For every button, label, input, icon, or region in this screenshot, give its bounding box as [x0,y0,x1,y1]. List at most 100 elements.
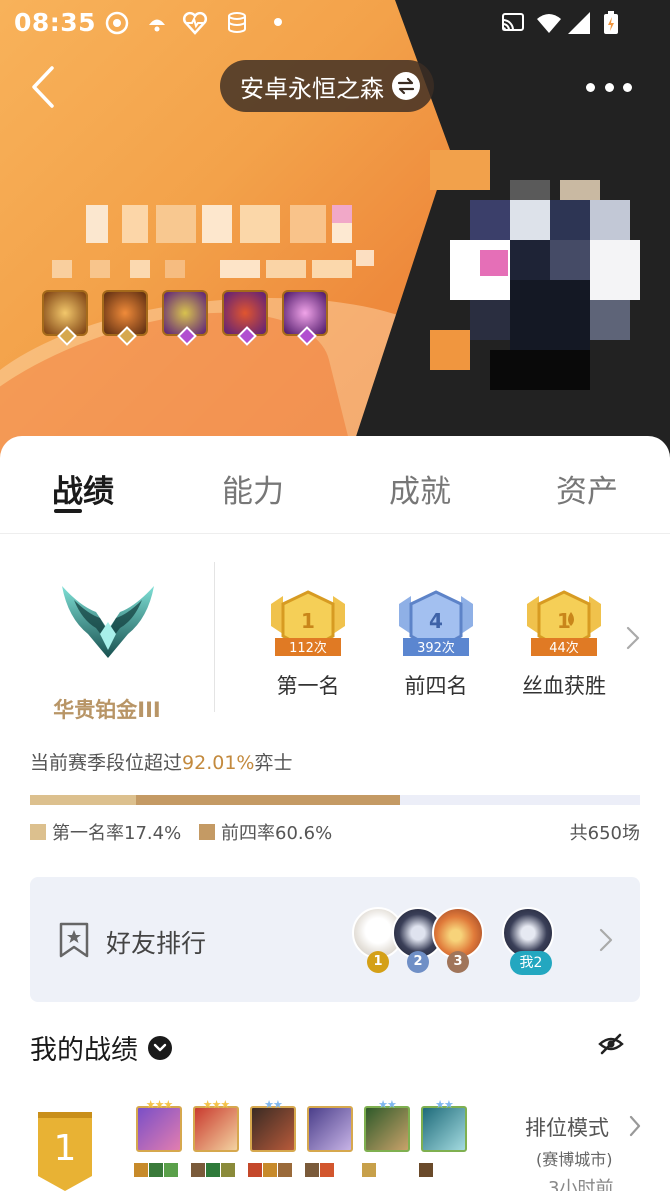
stat-top-four[interactable]: 4 392次 前四名 [366,590,506,700]
item-icon [248,1163,262,1177]
bookmark-star-icon [59,922,89,958]
weather-icon [149,19,165,32]
legend-top4: 前四率60.6% [199,819,332,845]
champion-portrait[interactable]: ★★ [421,1098,467,1152]
top-four-rate-fill [136,795,400,805]
chevron-down-icon [148,1035,172,1060]
match-time: 3小时前 [548,1178,614,1191]
player-avatar-pixelated [430,150,650,410]
game-mode-map: (赛博城市) [536,1150,613,1169]
status-bar: 08:35 [0,0,670,46]
profile-header: 08:35 安卓永恒之森 [0,0,670,470]
legend-swatch [30,824,46,840]
chevron-right-icon [599,928,613,952]
medal-digit: 4 [429,609,443,633]
tab-ability[interactable]: 能力 [222,466,284,511]
friend-ranking-card[interactable]: 好友排行 1 2 3 我2 [30,877,640,1002]
legend-top4-label: 前四率60.6% [221,823,333,844]
dot-icon [604,82,614,92]
stat-label: 第一名 [276,674,340,698]
my-record-label: 我的战绩 [30,1035,138,1066]
battery-icon [604,11,618,34]
eye-hidden-icon[interactable] [598,1032,624,1056]
item-icon [305,1163,319,1177]
star-icon: ★★ [378,1098,397,1111]
crown-badge-icon[interactable] [282,290,328,346]
stat-count: 112次 [289,640,327,656]
stat-count: 392次 [417,640,455,656]
badge-row [42,290,328,346]
scroll-badge-icon[interactable] [222,290,268,346]
friend-rank-badge: 3 [447,951,469,973]
item-icon [134,1163,148,1177]
item-icon [320,1163,334,1177]
status-time: 08:35 [14,8,97,37]
placement-rate-bar [30,795,640,805]
item-icon [419,1163,433,1177]
stat-first-place[interactable]: 1 112次 第一名 [238,590,378,700]
placement-number: 1 [54,1128,77,1169]
star-icon: ★★ [264,1098,283,1111]
wifi-icon [537,14,561,33]
clutch-medal-icon: 1 44次 [527,590,601,656]
dot-icon [586,82,595,92]
chevron-right-icon[interactable] [628,1114,642,1138]
champion-portrait[interactable]: ★★ [250,1098,296,1152]
star-icon: ★★★ [202,1098,231,1111]
item-icon [263,1163,277,1177]
page-title: 安卓永恒之森 [240,74,384,103]
stat-count: 44次 [549,640,579,656]
star-icon: ★★ [435,1098,454,1111]
champion-row: ★★★ ★★★ ★★ ★★ ★★ [136,1098,467,1152]
item-icon [221,1163,235,1177]
dot-icon [623,82,632,92]
item-row [134,1163,465,1177]
rank-divider [214,562,215,712]
stat-label: 丝血获胜 [522,674,606,698]
app-notification-icon [105,11,129,35]
blue-medal-icon: 4 392次 [399,590,473,656]
cast-icon [502,13,524,31]
platinum-rank-emblem-icon[interactable] [58,582,158,662]
stat-clutch-win[interactable]: 1 44次 丝血获胜 [494,590,634,700]
legend-first-label: 第一名率17.4% [52,823,182,844]
medal-digit: 1 [301,609,315,633]
health-icon [182,11,208,35]
my-rank-badge: 我2 [510,951,552,975]
placement-flag-icon: 1 [38,1112,92,1191]
item-icon [191,1163,205,1177]
legend-first: 第一名率17.4% [30,819,181,845]
legend-swatch [199,824,215,840]
percentile-suffix: 弈士 [254,752,293,774]
storage-icon [228,12,246,33]
total-games: 共650场 [569,823,640,844]
more-options-button[interactable] [586,72,632,102]
percentile-prefix: 当前赛季段位超过 [30,752,183,774]
back-button[interactable] [24,62,64,112]
card-badge-icon[interactable] [162,290,208,346]
star-icon: ★★★ [145,1098,174,1111]
tab-record[interactable]: 战绩 [52,466,114,511]
tab-assets[interactable]: 资产 [556,466,618,511]
my-record-title[interactable]: 我的战绩 [30,1028,172,1067]
friend-ranking-label: 好友排行 [106,929,207,958]
champion-portrait[interactable] [307,1106,353,1152]
profile-tabs: 战绩 能力 成就 资产 [0,436,670,534]
first-place-rate-fill [30,795,137,805]
percentile-value: 92.01% [182,752,255,774]
champion-portrait[interactable]: ★★ [364,1098,410,1152]
champion-portrait[interactable]: ★★★ [136,1098,182,1152]
friend-rank-badge: 1 [367,951,389,973]
cell-signal-icon [568,12,590,34]
star-badge-icon[interactable] [42,290,88,346]
item-icon [362,1163,376,1177]
game-mode[interactable]: 排位模式 [525,1112,609,1142]
server-switch-pill[interactable]: 安卓永恒之森 [220,60,434,112]
item-icon [206,1163,220,1177]
chevron-right-icon[interactable] [624,624,642,652]
champion-portrait[interactable]: ★★★ [193,1098,239,1152]
tab-achievement[interactable]: 成就 [389,466,451,511]
swap-icon [392,72,420,100]
active-tab-indicator [54,509,82,513]
shield-badge-icon[interactable] [102,290,148,346]
